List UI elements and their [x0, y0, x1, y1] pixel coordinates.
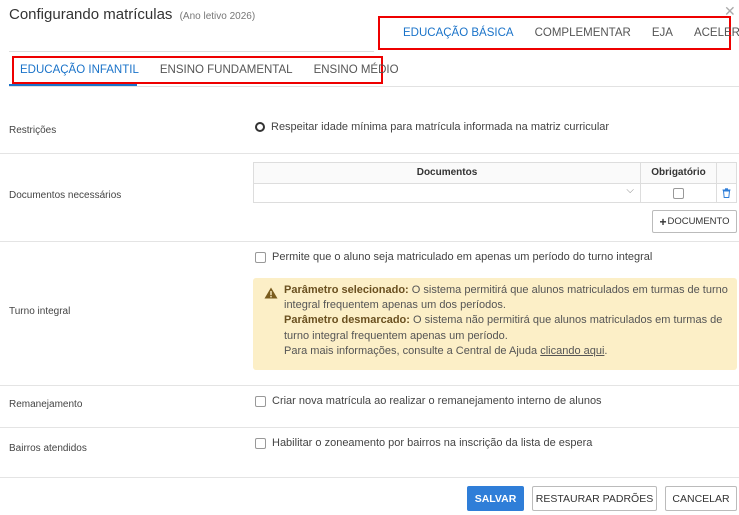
add-document-label: DOCUMENTO — [667, 216, 730, 227]
bairros-checkbox[interactable] — [255, 437, 266, 449]
header-divider — [9, 51, 374, 52]
restricoes-option[interactable]: Respeitar idade mínima para matrícula in… — [255, 121, 609, 133]
tab-educacao-basica[interactable]: EDUCAÇÃO BÁSICA — [403, 27, 514, 39]
obrigatorio-checkbox[interactable] — [673, 187, 684, 199]
tab-complementar[interactable]: COMPLEMENTAR — [535, 27, 631, 39]
footer-divider — [0, 477, 739, 478]
alert-help-end: . — [604, 344, 608, 357]
remanejamento-checkbox[interactable] — [255, 395, 266, 407]
tab-educacao-infantil[interactable]: EDUCAÇÃO INFANTIL — [20, 64, 139, 76]
alert-help-text: Para mais informações, consulte a Centra… — [284, 344, 538, 357]
documents-table-header: Documentos Obrigatório — [254, 163, 736, 184]
section-divider — [0, 153, 739, 154]
turno-checkbox[interactable] — [255, 251, 266, 263]
turno-option-text: Permite que o aluno seja matriculado em … — [272, 251, 653, 263]
turno-label: Turno integral — [9, 306, 71, 317]
bairros-label: Bairros atendidos — [9, 443, 87, 454]
page-title: Configurando matrículas (Ano letivo 2026… — [9, 6, 255, 23]
title-subtitle: (Ano letivo 2026) — [179, 11, 256, 22]
chevron-down-icon: ⌵ — [626, 185, 634, 196]
add-document-button[interactable]: + DOCUMENTO — [652, 210, 737, 233]
turno-option[interactable]: Permite que o aluno seja matriculado em … — [255, 251, 652, 263]
tabs-divider — [9, 86, 739, 87]
help-link[interactable]: clicando aqui — [540, 345, 604, 357]
bairros-option[interactable]: Habilitar o zoneamento por bairros na in… — [255, 437, 592, 449]
radio-button[interactable] — [255, 122, 265, 132]
documentos-label: Documentos necessários — [9, 190, 122, 201]
restore-defaults-button[interactable]: RESTAURAR PADRÕES — [532, 486, 657, 511]
section-divider — [0, 385, 739, 386]
document-select[interactable]: ⌵ — [254, 184, 641, 202]
remanejamento-option[interactable]: Criar nova matrícula ao realizar o reman… — [255, 395, 602, 407]
alert-unselected-title: Parâmetro desmarcado: — [284, 314, 410, 327]
alert-selected-title: Parâmetro selecionado: — [284, 284, 409, 296]
plus-icon: + — [659, 214, 667, 229]
restricoes-option-text: Respeitar idade mínima para matrícula in… — [271, 121, 610, 133]
top-tabs: EDUCAÇÃO BÁSICA COMPLEMENTAR EJA ACELERA… — [378, 16, 739, 50]
section-divider — [0, 241, 739, 242]
tab-ensino-fundamental[interactable]: ENSINO FUNDAMENTAL — [160, 64, 293, 76]
remanejamento-label: Remanejamento — [9, 399, 83, 410]
cancel-button[interactable]: CANCELAR — [665, 486, 737, 511]
restricoes-label: Restrições — [9, 125, 57, 136]
section-divider — [0, 427, 739, 428]
title-text: Configurando matrículas — [9, 6, 173, 23]
sub-tabs: EDUCAÇÃO INFANTIL ENSINO FUNDAMENTAL ENS… — [12, 56, 399, 84]
tab-ensino-medio[interactable]: ENSINO MÉDIO — [314, 64, 399, 76]
table-row: ⌵ — [254, 184, 736, 202]
col-documentos: Documentos — [254, 163, 641, 183]
col-obrigatorio: Obrigatório — [641, 163, 717, 183]
documents-table: Documentos Obrigatório ⌵ — [253, 162, 737, 203]
trash-icon[interactable] — [722, 188, 731, 198]
save-button[interactable]: SALVAR — [467, 486, 524, 511]
tab-aceleracao[interactable]: ACELERAÇÃO — [694, 27, 739, 39]
remanejamento-option-text: Criar nova matrícula ao realizar o reman… — [272, 395, 602, 407]
warning-icon — [264, 287, 278, 299]
turno-info-alert: Parâmetro selecionado: O sistema permiti… — [253, 278, 737, 370]
bairros-option-text: Habilitar o zoneamento por bairros na in… — [272, 437, 593, 449]
tab-eja[interactable]: EJA — [652, 27, 673, 39]
